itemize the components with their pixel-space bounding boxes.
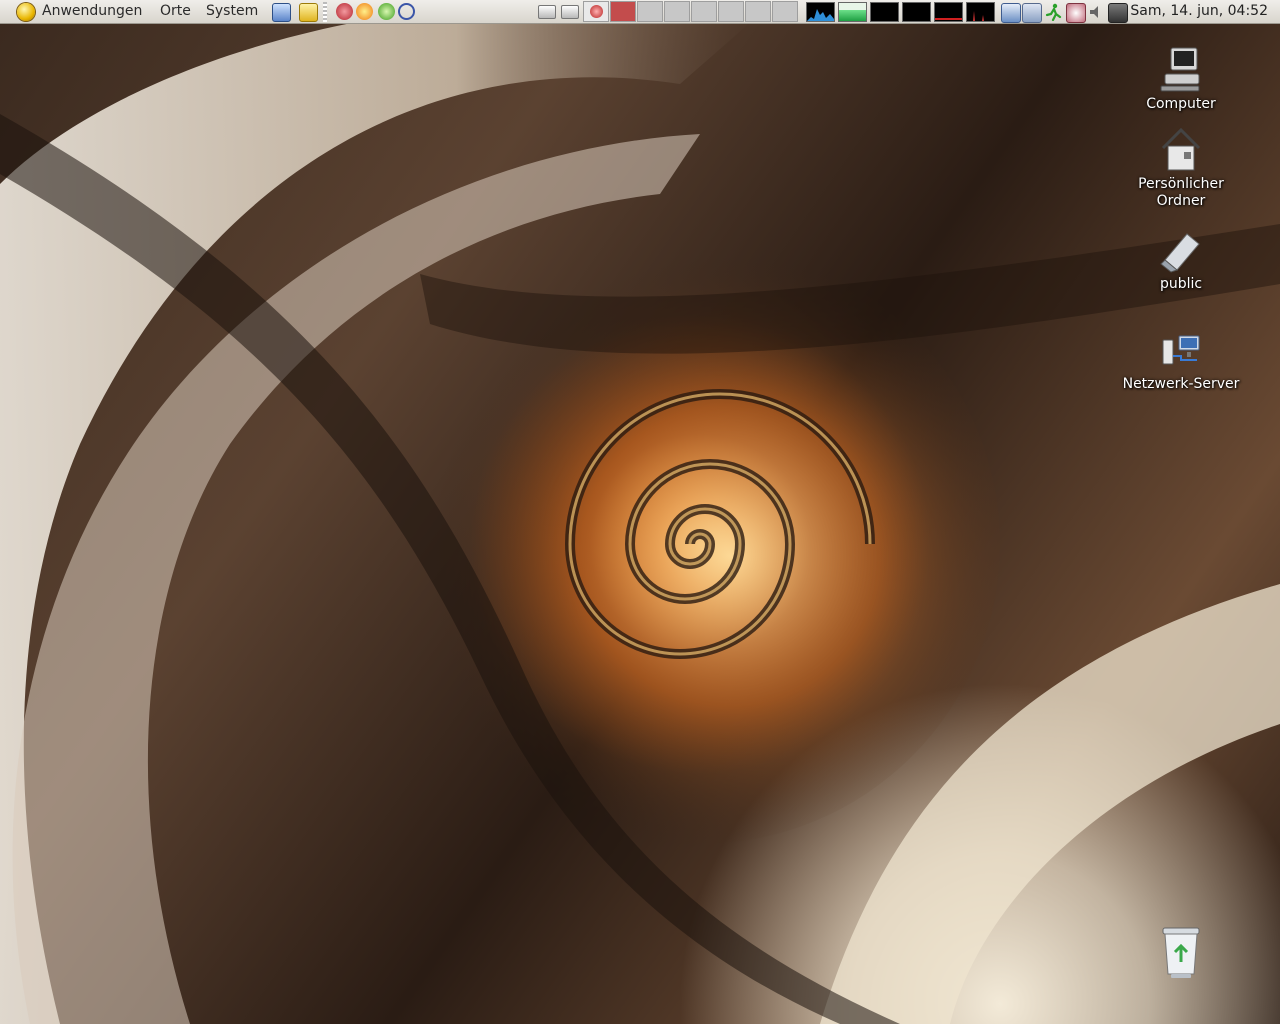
menu-orte[interactable]: Orte [158,0,193,23]
panel-separator [323,2,327,22]
drive-icon[interactable] [538,5,556,19]
desktop-icon-home-folder[interactable]: Persönlicher Ordner [1116,126,1246,210]
workspace-3[interactable] [637,1,663,22]
computer-icon [1157,46,1205,94]
desktop-icon-label: Netzwerk-Server [1122,376,1240,392]
desktop-icon-label: Computer [1146,96,1216,112]
drive-icon[interactable] [561,5,579,19]
power-button-icon[interactable] [1066,3,1086,23]
menu-anwendungen[interactable]: Anwendungen [40,0,144,23]
network-monitor-graph[interactable] [870,2,899,22]
desktop-icon-label: Persönlicher Ordner [1138,176,1224,209]
home-folder-icon [1157,126,1205,174]
swap-monitor-graph[interactable] [902,2,931,22]
workspace-1[interactable] [583,1,609,22]
terminal-launcher-icon[interactable] [272,3,291,22]
lifebuoy-help-icon[interactable] [336,3,353,20]
memory-monitor-graph[interactable] [838,2,867,22]
desktop-icon-public[interactable]: public [1116,226,1246,293]
workspace-8[interactable] [772,1,798,22]
notes-notebook-icon[interactable] [1108,3,1128,23]
running-man-icon[interactable] [1044,3,1062,22]
app-window-icon [590,5,603,18]
clock[interactable]: Sam, 14. jun, 04:52 [1130,0,1268,23]
workspace-5[interactable] [691,1,717,22]
shared-folder-icon [1157,226,1205,274]
network-manager-icon[interactable] [398,3,415,20]
desktop-icon-trash[interactable] [1116,924,1246,978]
desktop-wallpaper [0,24,1280,1024]
menu-system[interactable]: System [204,0,260,23]
load-monitor-graph[interactable] [934,2,963,22]
workspace-4[interactable] [664,1,690,22]
top-panel: Anwendungen Orte System Sam, 14. jun, 04… [0,0,1280,24]
security-shield-icon[interactable] [378,3,395,20]
network-servers-icon [1157,326,1205,374]
keyring-lock-icon[interactable] [1022,3,1042,23]
desktop-icon-computer[interactable]: Computer [1116,46,1246,113]
desktop-icon-label: public [1159,276,1203,292]
display-settings-icon[interactable] [1001,3,1021,23]
volume-speaker-icon[interactable] [1087,3,1105,21]
update-notifier-icon[interactable] [356,3,373,20]
trash-icon [1157,924,1205,978]
cpu-monitor-graph[interactable] [806,2,835,22]
workspace-2[interactable] [610,1,636,22]
workspace-7[interactable] [745,1,771,22]
desktop-icon-network-servers[interactable]: Netzwerk-Server [1116,326,1246,393]
file-manager-launcher-icon[interactable] [299,3,318,22]
distribution-logo-icon[interactable] [17,3,35,21]
disk-monitor-graph[interactable] [966,2,995,22]
workspace-6[interactable] [718,1,744,22]
